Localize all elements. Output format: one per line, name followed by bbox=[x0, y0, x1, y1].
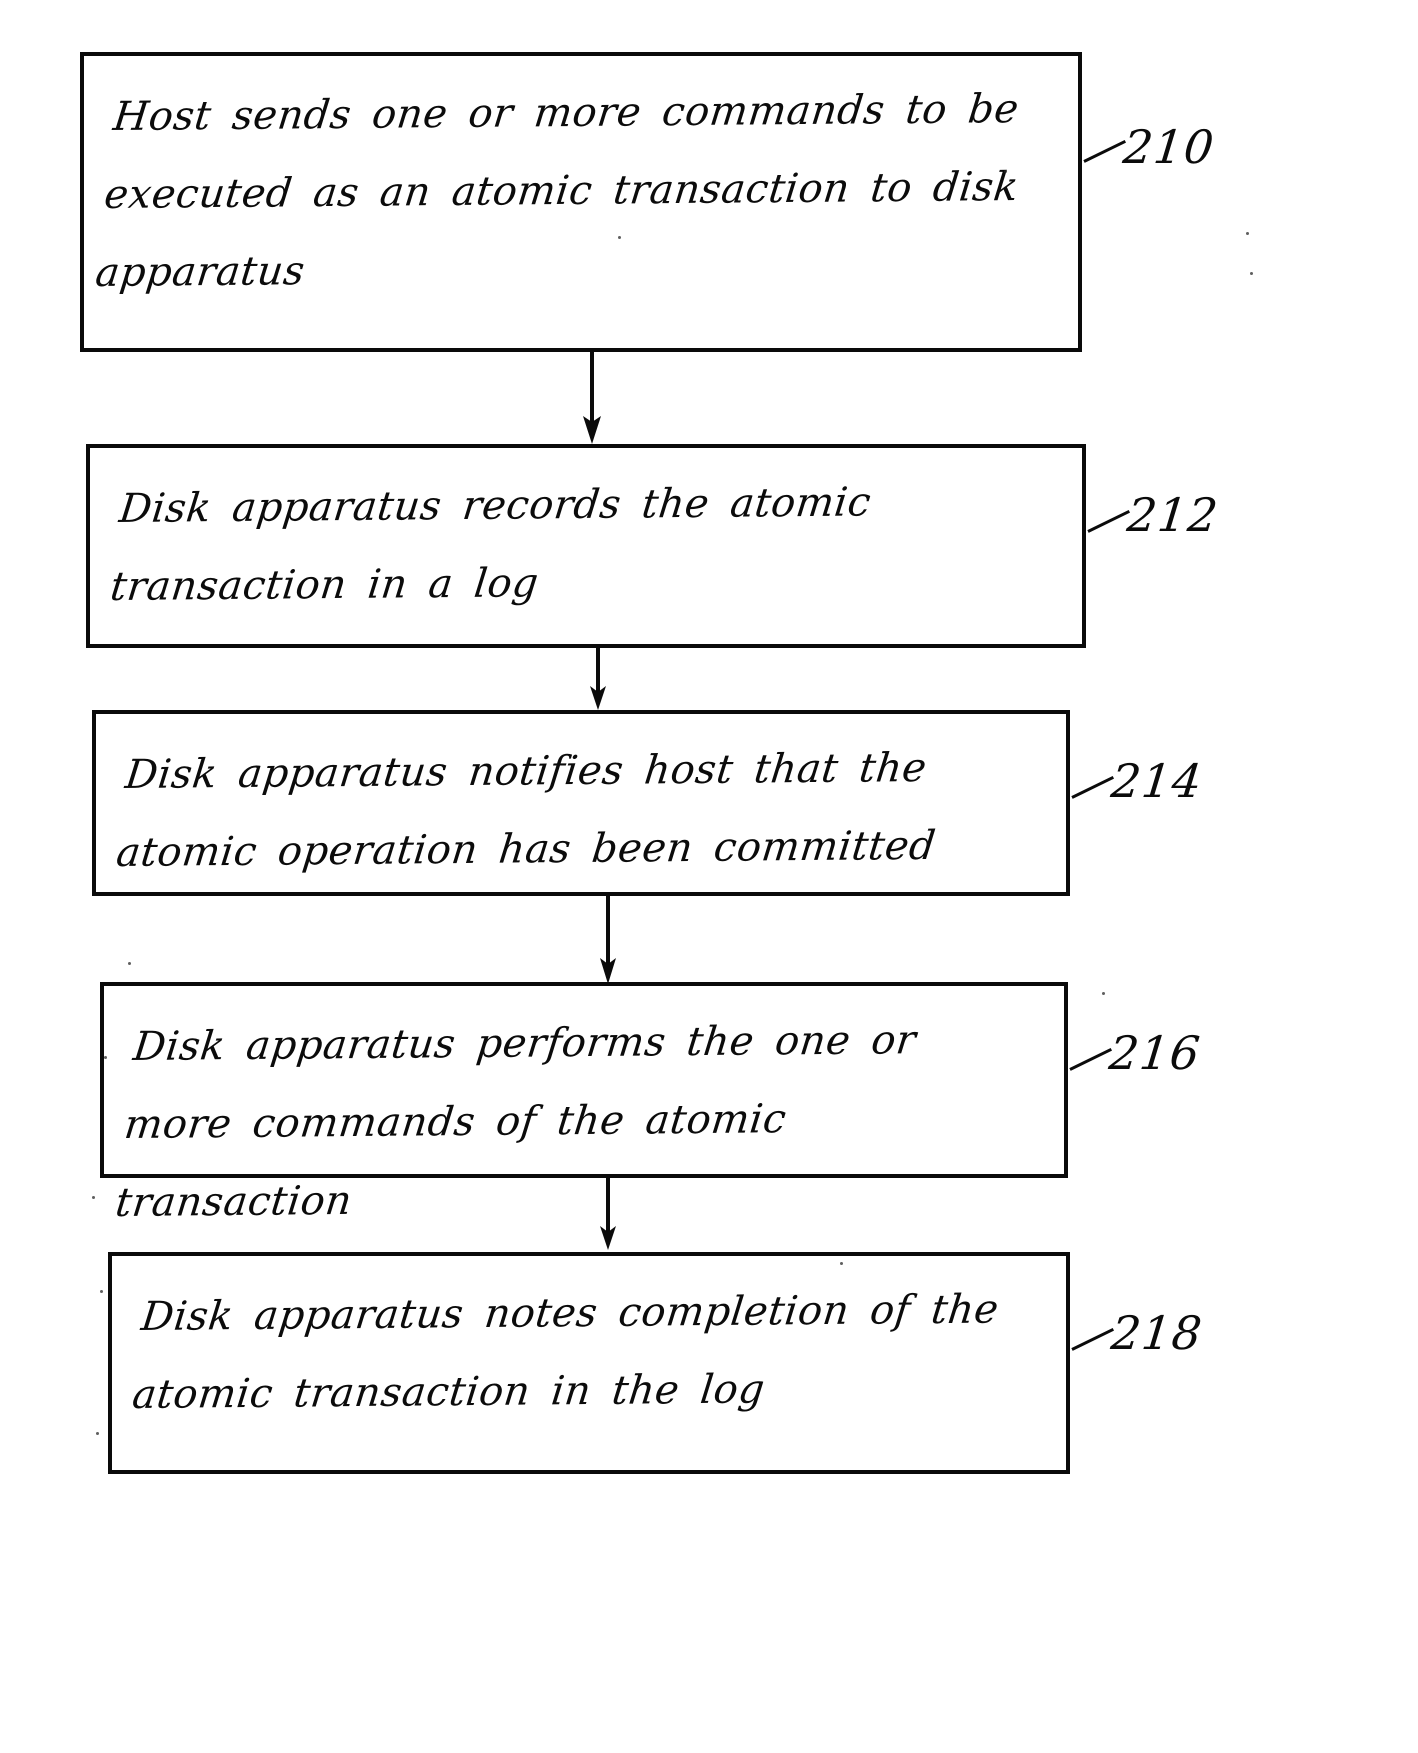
flow-box-214-text: Disk apparatus notifies host that the at… bbox=[114, 745, 939, 876]
flow-box-210-text: Host sends one or more commands to be ex… bbox=[93, 86, 1022, 296]
scan-speck bbox=[618, 236, 621, 239]
connector-210-212 bbox=[583, 352, 601, 444]
scan-speck bbox=[1250, 272, 1253, 275]
scan-speck bbox=[1004, 170, 1007, 173]
scan-speck bbox=[1246, 232, 1249, 235]
leader-line-214 bbox=[1071, 775, 1115, 799]
ref-label-216: 216 bbox=[1106, 1026, 1204, 1080]
scan-speck bbox=[96, 1432, 99, 1435]
scan-speck bbox=[128, 962, 131, 965]
flow-box-210[interactable]: Host sends one or more commands to be ex… bbox=[80, 52, 1082, 352]
scan-speck bbox=[840, 1262, 843, 1265]
ref-label-210: 210 bbox=[1120, 120, 1218, 174]
scan-speck bbox=[92, 1196, 95, 1199]
flow-box-212-text: Disk apparatus records the atomic transa… bbox=[108, 479, 874, 610]
connector-216-218 bbox=[600, 1178, 616, 1250]
scan-speck bbox=[104, 1056, 107, 1059]
leader-line-218 bbox=[1071, 1327, 1115, 1351]
scan-speck bbox=[100, 1290, 103, 1293]
flow-box-218-text: Disk apparatus notes completion of the a… bbox=[130, 1286, 1002, 1418]
flow-box-218[interactable]: Disk apparatus notes completion of the a… bbox=[108, 1252, 1070, 1474]
leader-line-210 bbox=[1083, 139, 1127, 163]
ref-label-212: 212 bbox=[1124, 488, 1222, 542]
connector-212-214 bbox=[590, 648, 606, 710]
leader-line-216 bbox=[1069, 1047, 1113, 1071]
ref-label-218: 218 bbox=[1108, 1306, 1206, 1360]
ref-label-214: 214 bbox=[1108, 754, 1206, 808]
leader-line-212 bbox=[1087, 509, 1131, 533]
flow-box-214[interactable]: Disk apparatus notifies host that the at… bbox=[92, 710, 1070, 896]
scan-speck bbox=[1102, 992, 1105, 995]
flow-box-216-text: Disk apparatus performs the one or more … bbox=[113, 1017, 919, 1226]
flow-box-216[interactable]: Disk apparatus performs the one or more … bbox=[100, 982, 1068, 1226]
flow-box-212[interactable]: Disk apparatus records the atomic transa… bbox=[86, 444, 1086, 648]
flowchart-figure: Host sends one or more commands to be ex… bbox=[0, 0, 1418, 1753]
connector-214-216 bbox=[600, 896, 616, 984]
